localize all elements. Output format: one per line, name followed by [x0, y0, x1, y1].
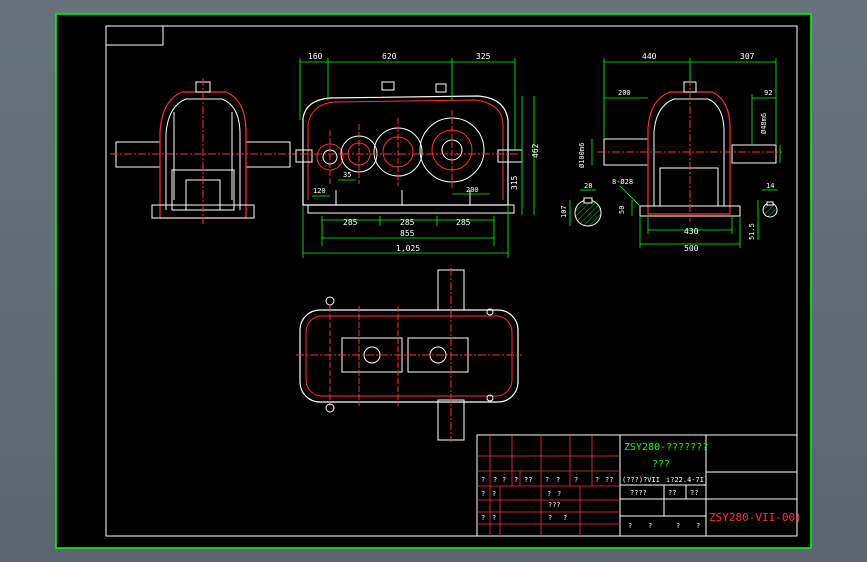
front-inner-dim: 120 [313, 187, 326, 195]
mid-label: ???? [630, 489, 647, 497]
drawing-number: ZSY280-VII-00) [709, 511, 802, 524]
grid-cell: ? [481, 490, 485, 498]
side-top-dim: 440 [642, 52, 657, 61]
front-top-dim: 160 [308, 52, 323, 61]
grid-cell: ? [563, 514, 567, 522]
mid-label: ?? [690, 489, 698, 497]
grid-cell: ??? [548, 501, 561, 509]
grid-cell: ?? [605, 476, 613, 484]
grid-cell: ? [548, 514, 552, 522]
grid-cell: ? [493, 476, 497, 484]
side-inner-dim: 200 [618, 89, 631, 97]
side-shaft-label: Ø48m6 [760, 113, 768, 134]
grid-cell: ? [502, 476, 506, 484]
grid-cell: ? [545, 476, 549, 484]
front-top-dim: 620 [382, 52, 397, 61]
drawing-sheet [55, 13, 812, 549]
keyway-dim: 51.5 [748, 223, 756, 240]
grid-cell: ? [595, 476, 599, 484]
front-overall-dim: 1,025 [396, 244, 420, 253]
spec-right: i?22.4-7I) [666, 476, 708, 484]
grid-cell: ? [628, 522, 632, 530]
foot-dim: 50 [618, 206, 626, 214]
grid-cell: ? [648, 522, 652, 530]
front-bottom-dim: 285 [343, 218, 358, 227]
grid-cell: ?? [524, 476, 532, 484]
front-overall-dim: 855 [400, 229, 415, 238]
foot-hole-label: 8-Ø28 [612, 178, 633, 186]
side-top-dim: 307 [740, 52, 755, 61]
drawing-title-sub: ??? [652, 459, 670, 470]
front-inner-dim: 200 [466, 186, 479, 194]
keyway-dim: 14 [766, 182, 774, 190]
side-bottom-dim: 500 [684, 244, 699, 253]
grid-cell: ? [547, 490, 551, 498]
front-bottom-dim: 285 [456, 218, 471, 227]
side-shaft-label: Ø100m6 [578, 143, 586, 168]
spec-left: (???)?VII [622, 476, 660, 484]
grid-cell: ? [514, 476, 518, 484]
grid-cell: ? [481, 476, 485, 484]
grid-cell: ? [574, 476, 578, 484]
grid-cell: ? [492, 514, 496, 522]
keyway-dim: 107 [560, 205, 568, 218]
grid-cell: ? [557, 490, 561, 498]
side-bottom-dim: 430 [684, 227, 699, 236]
side-inner-dim: 92 [764, 89, 772, 97]
cad-drawing: 160 620 325 285 285 285 855 1,025 315 46… [55, 13, 812, 549]
front-inner-dim: 35 [343, 171, 351, 179]
cad-viewport[interactable]: 160 620 325 285 285 285 855 1,025 315 46… [0, 0, 867, 562]
grid-cell: ? [696, 522, 700, 530]
grid-cell: ? [481, 514, 485, 522]
drawing-title: ZSY280-??????? [624, 442, 708, 453]
grid-cell: ? [676, 522, 680, 530]
front-side-dim: 315 [510, 175, 519, 190]
mid-label: ?? [668, 489, 676, 497]
front-bottom-dim: 285 [400, 218, 415, 227]
keyway-dim: 28 [584, 182, 592, 190]
grid-cell: ? [492, 490, 496, 498]
front-side-dim: 462 [531, 143, 540, 158]
grid-cell: ? [556, 476, 560, 484]
front-top-dim: 325 [476, 52, 491, 61]
